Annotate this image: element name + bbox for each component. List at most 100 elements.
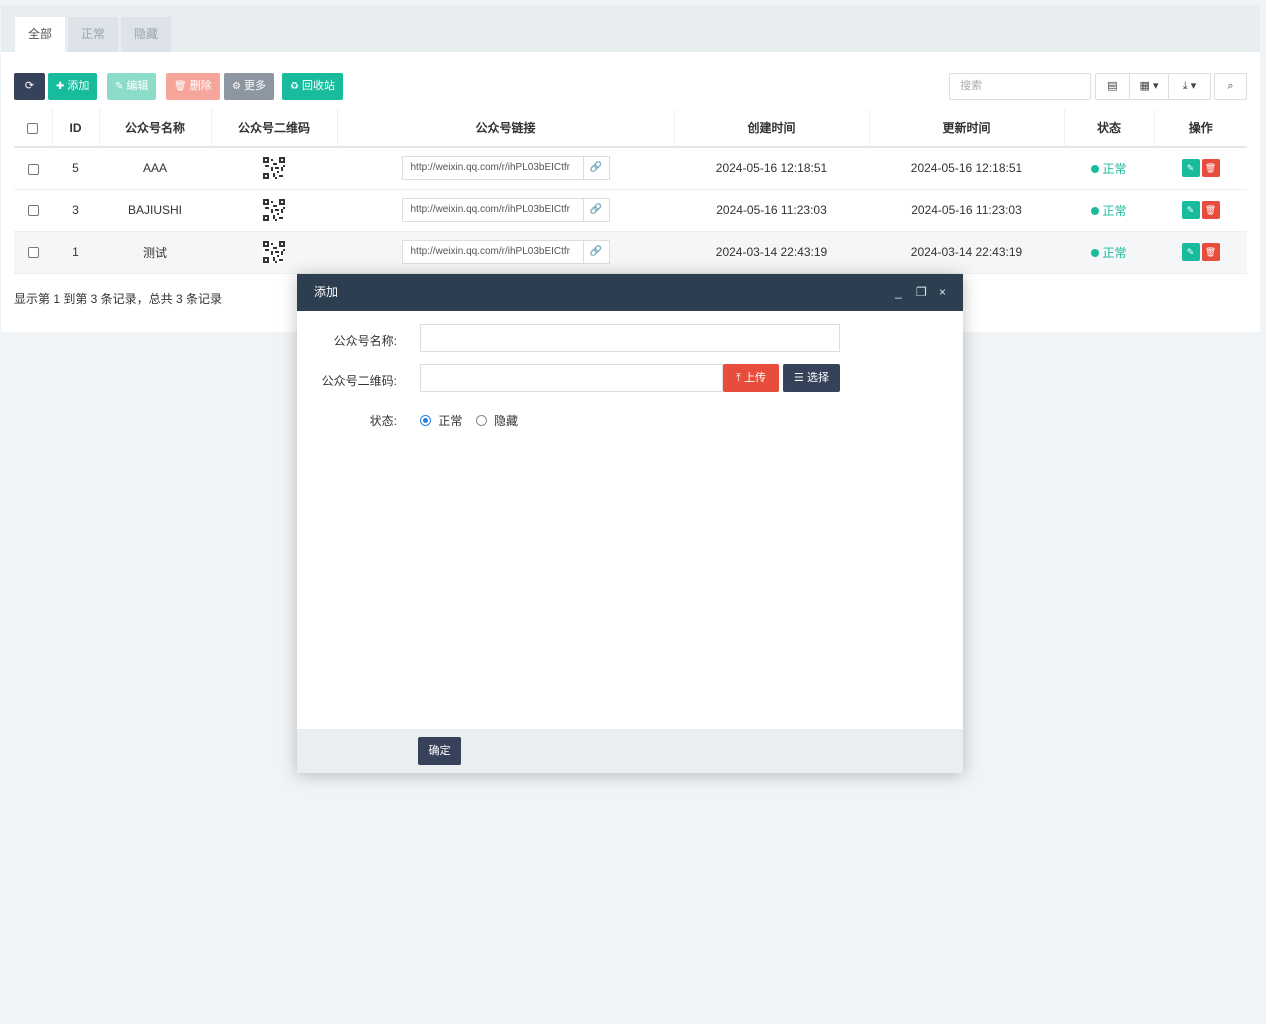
row-edit-button[interactable]: ✎ xyxy=(1181,159,1200,178)
cell-id: 1 xyxy=(52,231,99,274)
trash-icon: 🗑 xyxy=(1204,163,1217,174)
pencil-icon: ✎ xyxy=(115,81,124,92)
status-radio-group: 正常 隐藏 xyxy=(420,412,518,429)
more-button[interactable]: ⚙ 更多 xyxy=(224,73,274,100)
status-option-normal-label[interactable]: 正常 xyxy=(438,414,462,428)
submit-button[interactable]: 确定 xyxy=(418,737,461,765)
cell-updated: 2024-05-16 11:23:03 xyxy=(869,189,1064,232)
cell-created: 2024-03-14 22:43:19 xyxy=(674,231,869,274)
name-label: 公众号名称: xyxy=(333,334,397,348)
qrcode-label: 公众号二维码: xyxy=(321,374,397,388)
status-badge[interactable]: 正常 xyxy=(1091,204,1127,218)
tab-all[interactable]: 全部 xyxy=(15,17,66,52)
qrcode-thumbnail[interactable] xyxy=(263,241,285,263)
add-dialog: 添加 _ ❐ × 公众号名称: 公众号二维码: ⤒ 上传 ☰ 选择 状态: 正常… xyxy=(297,274,963,773)
cell-actions: ✎ 🗑 xyxy=(1154,189,1247,232)
status-radio-hidden[interactable] xyxy=(475,415,487,426)
link-icon: 🔗 xyxy=(589,162,603,174)
link-input[interactable]: http://weixin.qq.com/r/ihPL03bEICtfr xyxy=(401,240,583,264)
maximize-icon[interactable]: ❐ xyxy=(916,274,927,311)
tab-normal[interactable]: 正常 xyxy=(68,17,119,52)
status-badge[interactable]: 正常 xyxy=(1091,246,1127,260)
cell-name: BAJIUSHI xyxy=(99,189,211,232)
header-id[interactable]: ID xyxy=(52,109,100,148)
gear-icon: ⚙ xyxy=(232,81,241,92)
pencil-icon: ✎ xyxy=(1186,247,1195,257)
qrcode-thumbnail[interactable] xyxy=(263,157,285,180)
header-qrcode[interactable]: 公众号二维码 xyxy=(211,109,338,148)
cell-link: http://weixin.qq.com/r/ihPL03bEICtfr 🔗 xyxy=(337,189,674,232)
link-group: http://weixin.qq.com/r/ihPL03bEICtfr 🔗 xyxy=(401,240,610,264)
cell-name: 测试 xyxy=(99,231,211,274)
edit-button[interactable]: ✎ 编辑 xyxy=(107,73,157,100)
row-select-cell xyxy=(14,147,52,190)
qrcode-thumbnail[interactable] xyxy=(263,199,285,221)
delete-button[interactable]: 🗑 删除 xyxy=(166,73,220,100)
plus-icon: ✚ xyxy=(56,81,65,92)
row-delete-button[interactable]: 🗑 xyxy=(1201,243,1220,261)
select-all-cell xyxy=(14,109,53,148)
cell-link: http://weixin.qq.com/r/ihPL03bEICtfr 🔗 xyxy=(337,147,674,190)
list-icon: ☰ xyxy=(794,372,804,384)
header-status[interactable]: 状态 xyxy=(1064,109,1155,148)
status-badge[interactable]: 正常 xyxy=(1091,162,1127,176)
link-input[interactable]: http://weixin.qq.com/r/ihPL03bEICtfr xyxy=(401,198,583,222)
recycle-bin-button[interactable]: ♻ 回收站 xyxy=(282,73,343,100)
recycle-icon: ♻ xyxy=(290,81,299,92)
qrcode-input[interactable] xyxy=(420,364,723,392)
cell-updated: 2024-03-14 22:43:19 xyxy=(869,231,1064,274)
name-input[interactable] xyxy=(420,324,840,352)
select-all-checkbox[interactable] xyxy=(27,122,39,134)
dialog-footer: 确定 xyxy=(297,729,963,773)
pencil-icon: ✎ xyxy=(1186,205,1195,215)
cell-id: 5 xyxy=(52,147,99,190)
refresh-icon: ⟳ xyxy=(24,80,35,92)
status-radio-normal[interactable] xyxy=(420,415,431,426)
add-button[interactable]: ✚ 添加 xyxy=(48,73,98,100)
header-actions: 操作 xyxy=(1154,109,1247,148)
columns-button[interactable]: ▦ ▾ xyxy=(1129,73,1169,100)
list-icon: ▤ xyxy=(1107,80,1118,92)
status-option-hidden-label[interactable]: 隐藏 xyxy=(494,414,518,428)
row-delete-button[interactable]: 🗑 xyxy=(1201,159,1220,178)
link-group: http://weixin.qq.com/r/ihPL03bEICtfr 🔗 xyxy=(401,156,610,181)
header-link[interactable]: 公众号链接 xyxy=(337,109,675,148)
close-icon[interactable]: × xyxy=(939,274,946,311)
open-link-button[interactable]: 🔗 xyxy=(582,198,610,222)
cell-qrcode xyxy=(211,189,337,232)
row-select-cell xyxy=(14,231,52,274)
minimize-icon[interactable]: _ xyxy=(895,274,902,311)
row-checkbox[interactable] xyxy=(27,205,39,217)
trash-icon: 🗑 xyxy=(1204,205,1217,215)
dialog-header[interactable]: 添加 _ ❐ × xyxy=(297,274,963,311)
table-header-row: ID 公众号名称 公众号二维码 公众号链接 创建时间 更新时间 状态 操作 xyxy=(14,109,1247,148)
header-updated[interactable]: 更新时间 xyxy=(869,109,1065,148)
upload-button[interactable]: ⤒ 上传 xyxy=(723,364,779,392)
row-checkbox[interactable] xyxy=(27,247,39,259)
search-button[interactable]: ⌕ xyxy=(1214,73,1247,100)
row-edit-button[interactable]: ✎ xyxy=(1181,201,1200,219)
cell-actions: ✎ 🗑 xyxy=(1154,147,1247,190)
trash-icon: 🗑 xyxy=(1204,247,1217,257)
open-link-button[interactable]: 🔗 xyxy=(582,156,610,181)
refresh-button[interactable]: ⟳ xyxy=(14,73,45,100)
open-link-button[interactable]: 🔗 xyxy=(582,240,610,264)
export-button[interactable]: ⤓ ▾ xyxy=(1168,73,1211,100)
grid-icon: ▦ xyxy=(1139,80,1150,92)
header-name[interactable]: 公众号名称 xyxy=(99,109,212,148)
row-checkbox[interactable] xyxy=(27,163,39,175)
link-input[interactable]: http://weixin.qq.com/r/ihPL03bEICtfr xyxy=(401,156,583,181)
header-created[interactable]: 创建时间 xyxy=(674,109,870,148)
cell-updated: 2024-05-16 12:18:51 xyxy=(869,147,1064,190)
toggle-view-button[interactable]: ▤ xyxy=(1095,73,1130,100)
choose-button[interactable]: ☰ 选择 xyxy=(783,364,840,392)
row-edit-button[interactable]: ✎ xyxy=(1181,243,1200,261)
search-input[interactable]: 搜索 xyxy=(949,73,1091,100)
data-table: ID 公众号名称 公众号二维码 公众号链接 创建时间 更新时间 状态 操作 5 … xyxy=(14,109,1247,274)
row-delete-button[interactable]: 🗑 xyxy=(1201,201,1220,219)
status-dot-icon xyxy=(1091,248,1100,257)
table-row: 5 AAA http://weixin.qq.com/r/ihPL03bEICt… xyxy=(14,147,1247,190)
cell-created: 2024-05-16 11:23:03 xyxy=(674,189,869,232)
tab-hidden[interactable]: 隐藏 xyxy=(121,17,172,52)
status-label: 状态: xyxy=(369,414,397,428)
